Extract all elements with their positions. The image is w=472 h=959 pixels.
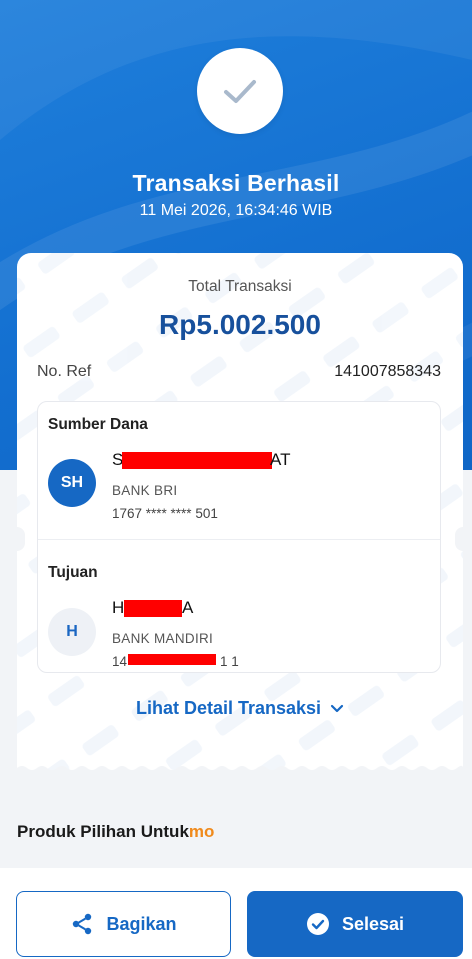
destination-account-redaction <box>128 654 216 665</box>
destination-name-start: H <box>112 598 125 617</box>
destination-label: Tujuan <box>48 564 98 581</box>
source-bank: BANK BRI <box>112 483 178 498</box>
success-badge <box>197 48 283 134</box>
receipt-zigzag-edge <box>17 765 463 773</box>
source-avatar: SH <box>48 459 96 507</box>
done-button[interactable]: Selesai <box>247 891 463 957</box>
share-label: Bagikan <box>106 913 177 934</box>
bottom-action-bar: Bagikan Selesai <box>0 868 472 959</box>
view-detail-label: Lihat Detail Transaksi <box>135 698 322 718</box>
total-amount: Rp5.002.500 <box>159 309 321 340</box>
ref-value: 141007858343 <box>334 363 441 380</box>
source-label: Sumber Dana <box>48 416 148 433</box>
page-title: Transaksi Berhasil <box>132 170 340 196</box>
destination-name-end: A <box>182 598 194 617</box>
destination-name-redaction <box>124 600 182 617</box>
destination-avatar: H <box>48 608 96 656</box>
card-divider <box>38 539 440 540</box>
share-icon <box>73 913 92 935</box>
promo-heading: Produk Pilihan Untukmo <box>17 822 214 842</box>
source-name-end: AT <box>270 450 291 469</box>
destination-bank: BANK MANDIRI <box>112 631 214 646</box>
transaction-datetime: 11 Mei 2026, 16:34:46 WIB <box>139 202 333 219</box>
receipt-notch-left <box>17 527 25 551</box>
ref-label: No. Ref <box>37 363 92 380</box>
total-label: Total Transaksi <box>188 278 292 295</box>
transfer-parties-card: Sumber Dana SH S AT BANK BRI 1767 **** *… <box>37 401 441 673</box>
receipt-notch-right <box>455 527 463 551</box>
chevron-down-icon <box>330 705 344 713</box>
source-name-redaction <box>122 452 272 469</box>
promo-label: Produk Pilihan Untuk <box>17 822 189 841</box>
destination-account-start: 14 <box>112 654 128 669</box>
view-detail-link[interactable]: Lihat Detail Transaksi <box>17 698 463 719</box>
check-icon <box>224 80 256 103</box>
promo-brand: mo <box>188 822 215 841</box>
receipt-card: Total Transaksi Rp5.002.500 No. Ref 1410… <box>17 253 463 773</box>
source-account: 1767 **** **** 501 <box>112 506 218 521</box>
check-circle-icon <box>306 913 329 935</box>
done-label: Selesai <box>341 913 405 934</box>
destination-account-end: 1 1 <box>220 654 239 669</box>
share-button[interactable]: Bagikan <box>16 891 231 957</box>
